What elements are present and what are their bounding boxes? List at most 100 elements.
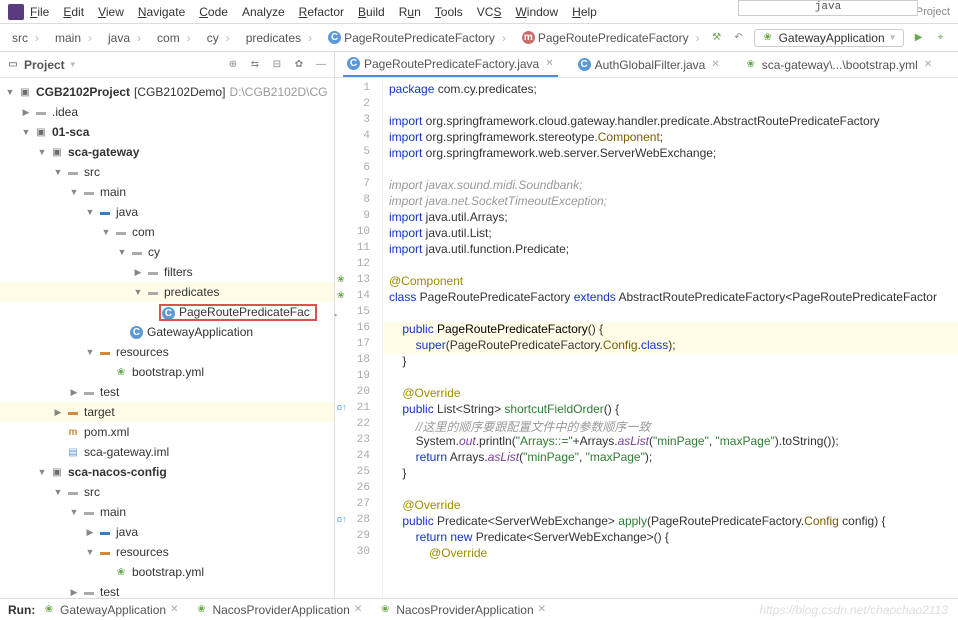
tree-filters[interactable]: ▶▬filters xyxy=(0,262,334,282)
run-tab-nacos1[interactable]: ❀NacosProviderApplication✕ xyxy=(194,603,362,617)
tree-com[interactable]: ▼▬com xyxy=(0,222,334,242)
run-tab-label: NacosProviderApplication xyxy=(396,603,533,617)
tree-nacos[interactable]: ▼▣sca-nacos-config xyxy=(0,462,334,482)
tree-predicates[interactable]: ▼▬predicates xyxy=(0,282,334,302)
menu-file[interactable]: File xyxy=(30,5,49,19)
project-tree[interactable]: ▼▣CGB2102Project [CGB2102Demo] D:\CGB210… xyxy=(0,78,334,598)
line-gutter[interactable]: 12345678910111213❀14❀15161718192021o↑222… xyxy=(335,78,383,598)
menu-tools[interactable]: Tools xyxy=(435,5,463,19)
crumb-cy[interactable]: cy xyxy=(203,31,234,45)
menu-help[interactable]: Help xyxy=(572,5,597,19)
crumb-method[interactable]: mPageRoutePredicateFactory xyxy=(518,31,704,45)
tree-n-resources[interactable]: ▼▬resources xyxy=(0,542,334,562)
debug-icon[interactable]: ⌖ xyxy=(934,31,948,45)
crumb-main[interactable]: main xyxy=(51,31,96,45)
tree-n-src[interactable]: ▼▬src xyxy=(0,482,334,502)
run-toolbar: ⚒ ↶ ❀ GatewayApplication ▼ ▶ ⌖ ◧ ◔ ■ ≡ xyxy=(710,29,958,47)
package-icon: ▬ xyxy=(146,285,160,299)
tree-idea[interactable]: ▶▬.idea xyxy=(0,102,334,122)
crumb-java[interactable]: java xyxy=(104,31,145,45)
menu-code[interactable]: Code xyxy=(199,5,228,19)
menu-build[interactable]: Build xyxy=(358,5,385,19)
module-icon: ▣ xyxy=(34,125,48,139)
collapse-icon[interactable]: ⊟ xyxy=(270,58,284,72)
tree-java[interactable]: ▼▬java xyxy=(0,202,334,222)
close-icon[interactable]: ✕ xyxy=(538,604,546,615)
tree-cy[interactable]: ▼▬cy xyxy=(0,242,334,262)
close-icon[interactable]: ✕ xyxy=(545,58,553,69)
bottom-tool-window-bar: Run: ❀GatewayApplication✕ ❀NacosProvider… xyxy=(0,598,958,620)
project-view-icon[interactable]: ▭ xyxy=(6,58,20,72)
class-icon: C xyxy=(578,58,591,71)
run-config-selector[interactable]: ❀ GatewayApplication ▼ xyxy=(754,29,904,47)
menu-view[interactable]: View xyxy=(98,5,124,19)
gear-icon[interactable]: ✿ xyxy=(292,58,306,72)
tree-prpf[interactable]: CPageRoutePredicateFac xyxy=(0,302,334,322)
project-icon: ▣ xyxy=(18,85,32,99)
tree-pom[interactable]: mpom.xml xyxy=(0,422,334,442)
resources-folder-icon: ▬ xyxy=(98,345,112,359)
tree-src[interactable]: ▼▬src xyxy=(0,162,334,182)
project-title[interactable]: Project xyxy=(24,58,65,72)
menu-vcs[interactable]: VCS xyxy=(477,5,502,19)
build-icon[interactable]: ⚒ xyxy=(710,31,724,45)
back-icon[interactable]: ↶ xyxy=(732,31,746,45)
tree-target[interactable]: ▶▬target xyxy=(0,402,334,422)
crumb-src[interactable]: src xyxy=(8,31,43,45)
tree-n-main[interactable]: ▼▬main xyxy=(0,502,334,522)
tree-n-java[interactable]: ▶▬java xyxy=(0,522,334,542)
code-content[interactable]: package com.cy.predicates; import org.sp… xyxy=(383,78,958,598)
tree-test[interactable]: ▶▬test xyxy=(0,382,334,402)
crumb-predicates[interactable]: predicates xyxy=(242,31,316,45)
tree-iml[interactable]: ▤sca-gateway.iml xyxy=(0,442,334,462)
project-chevron-icon[interactable]: ▼ xyxy=(69,60,77,69)
close-icon[interactable]: ✕ xyxy=(924,59,932,70)
chevron-down-icon: ▼ xyxy=(889,33,897,42)
tree-n-test[interactable]: ▶▬test xyxy=(0,582,334,598)
close-icon[interactable]: ✕ xyxy=(170,604,178,615)
tree-main[interactable]: ▼▬main xyxy=(0,182,334,202)
folder-icon: ▬ xyxy=(82,185,96,199)
spring-leaf-icon: ❀ xyxy=(114,565,128,579)
tree-root[interactable]: ▼▣CGB2102Project [CGB2102Demo] D:\CGB210… xyxy=(0,82,334,102)
close-icon[interactable]: ✕ xyxy=(354,604,362,615)
crumb-method-label: PageRoutePredicateFactory xyxy=(538,31,689,45)
run-icon[interactable]: ▶ xyxy=(912,31,926,45)
class-icon: C xyxy=(162,307,175,320)
tree-01-sca[interactable]: ▼▣01-sca xyxy=(0,122,334,142)
menu-window[interactable]: Window xyxy=(515,5,558,19)
menu-analyze[interactable]: Analyze xyxy=(242,5,285,19)
tree-sca-gateway[interactable]: ▼▣sca-gateway xyxy=(0,142,334,162)
hide-icon[interactable]: — xyxy=(314,58,328,72)
tab-authfilter[interactable]: CAuthGlobalFilter.java✕ xyxy=(574,52,724,77)
tab-label: sca-gateway\...\bootstrap.yml xyxy=(762,58,918,72)
expand-icon[interactable]: ⇆ xyxy=(248,58,262,72)
tree-gwapp[interactable]: CGatewayApplication xyxy=(0,322,334,342)
folder-icon: ▬ xyxy=(66,485,80,499)
method-icon: m xyxy=(522,31,535,44)
folder-icon: ▬ xyxy=(82,585,96,598)
tab-prpf[interactable]: CPageRoutePredicateFactory.java✕ xyxy=(343,52,558,77)
tree-n-bootstrap[interactable]: ❀bootstrap.yml xyxy=(0,562,334,582)
run-tab-gateway[interactable]: ❀GatewayApplication✕ xyxy=(42,603,178,617)
close-icon[interactable]: ✕ xyxy=(711,59,719,70)
menu-edit[interactable]: Edit xyxy=(63,5,84,19)
run-tab-nacos2[interactable]: ❀NacosProviderApplication✕ xyxy=(378,603,546,617)
editor-area: CPageRoutePredicateFactory.java✕ CAuthGl… xyxy=(335,52,958,598)
scroll-from-icon[interactable]: ⊕ xyxy=(226,58,240,72)
folder-icon: ▬ xyxy=(82,505,96,519)
menu-navigate[interactable]: Navigate xyxy=(138,5,185,19)
tree-bootstrap[interactable]: ❀bootstrap.yml xyxy=(0,362,334,382)
class-icon: C xyxy=(347,57,360,70)
tab-bootstrap[interactable]: ❀sca-gateway\...\bootstrap.yml✕ xyxy=(740,52,936,77)
resources-folder-icon: ▬ xyxy=(98,545,112,559)
class-icon: C xyxy=(130,326,143,339)
crumb-class[interactable]: CPageRoutePredicateFactory xyxy=(324,31,510,45)
iml-icon: ▤ xyxy=(66,445,80,459)
spring-leaf-icon: ❀ xyxy=(194,603,208,617)
tree-resources[interactable]: ▼▬resources xyxy=(0,342,334,362)
menu-refactor[interactable]: Refactor xyxy=(299,5,344,19)
menu-run[interactable]: Run xyxy=(399,5,421,19)
crumb-com[interactable]: com xyxy=(153,31,195,45)
code-editor[interactable]: ➤ 12345678910111213❀14❀15161718192021o↑2… xyxy=(335,78,958,598)
